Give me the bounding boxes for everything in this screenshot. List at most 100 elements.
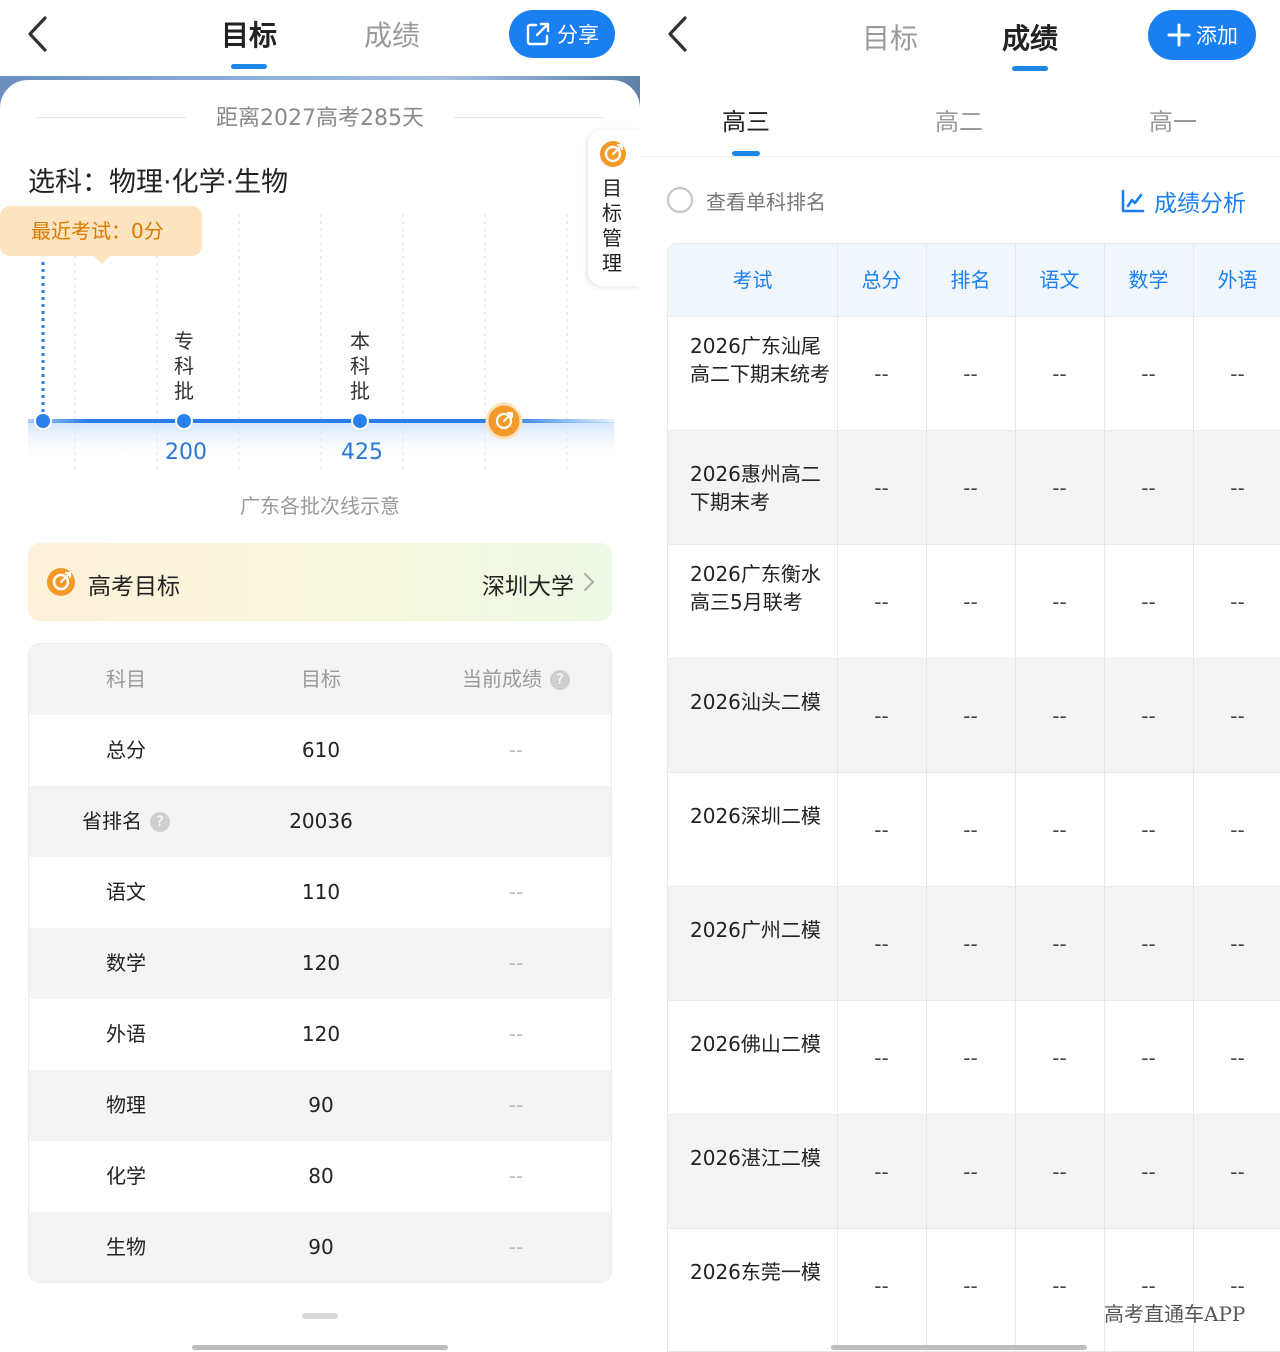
math-cell: -- [1141,818,1156,842]
exam-name: 2026深圳二模 [690,804,821,828]
chart-line-icon [1121,189,1145,213]
rank-cell: -- [963,590,978,614]
rank-cell: -- [963,1274,978,1298]
table-row[interactable]: 2026惠州高二下期末考 -- -- -- -- -- [668,430,1280,544]
column-divider [926,244,927,1351]
app-watermark: 高考直通车APP [1104,1302,1246,1326]
english-cell: -- [1230,704,1245,728]
add-score-button[interactable]: 添加 [1148,10,1256,60]
back-button[interactable] [18,12,58,56]
tab-grade-10[interactable]: 高一 [1149,102,1197,137]
scores-screen: 目标 成绩 添加 高三 高二 高一 查看单科排名 成绩分析 考试 总分 排名 语… [640,0,1280,1352]
row-current: -- [508,1235,524,1259]
back-button[interactable] [658,12,698,56]
row-current: -- [508,880,524,904]
table-row: 数学 120 -- [29,928,611,999]
row-subject: 总分 [106,738,146,762]
question-icon[interactable]: ? [550,670,570,690]
row-current: -- [508,1093,524,1117]
table-row: 外语 120 -- [29,999,611,1070]
tab-grade-12[interactable]: 高三 [722,102,770,137]
exam-name: 2026东莞一模 [690,1260,821,1284]
table-row[interactable]: 2026广东汕尾高二下期末统考 -- -- -- -- -- [668,316,1280,430]
table-row: 物理 90 -- [29,1070,611,1141]
header-total: 总分 [861,268,902,292]
rank-cell: -- [963,704,978,728]
target-score-table: 科目 目标 当前成绩? 总分 610 -- 省排名? 20036 语文 110 … [28,643,612,1283]
exam-name: 2026湛江二模 [690,1146,821,1170]
total-cell: -- [874,1274,889,1298]
selected-subjects: 选科：物理·化学·生物 [28,167,289,198]
math-cell: -- [1141,362,1156,386]
tab-grade-11[interactable]: 高二 [935,102,983,137]
chinese-cell: -- [1052,932,1067,956]
rank-cell: -- [963,362,978,386]
row-current: -- [508,951,524,975]
math-cell: -- [1141,932,1156,956]
score-axis [28,419,614,423]
sheet-drag-handle[interactable] [302,1313,338,1319]
header-math: 数学 [1128,268,1169,292]
chart-caption: 广东各批次线示意 [240,494,400,518]
single-rank-radio[interactable] [667,187,693,213]
exam-name: 2026佛山二模 [690,1032,821,1056]
exam-goal-card[interactable]: 高考目标 深圳大学 [28,543,612,621]
total-cell: -- [874,590,889,614]
english-cell: -- [1230,590,1245,614]
chevron-right-icon [583,572,595,592]
exam-countdown: 距离2027高考285天 [216,106,424,131]
rank-cell: -- [963,932,978,956]
divider-line [640,156,1280,157]
math-cell: -- [1141,590,1156,614]
table-header-row: 科目 目标 当前成绩? [29,644,611,715]
junior-batch-label: 专科批 [174,329,194,403]
exam-name: 2026广东衡水高三5月联考 [690,562,821,614]
table-row[interactable]: 2026湛江二模 -- -- -- -- -- [668,1114,1280,1228]
math-cell: -- [1141,1160,1156,1184]
goal-screen: 目标 成绩 分享 距离2027高考285天 选科：物理·化学·生物 目标管理 最… [0,0,640,1352]
column-divider [1015,244,1016,1351]
tab-scores[interactable]: 成绩 [1002,17,1058,57]
score-analysis-link[interactable]: 成绩分析 [1120,184,1246,218]
recent-exam-bubble: 最近考试：0分 [0,206,202,264]
row-subject: 物理 [106,1093,146,1117]
total-cell: -- [874,818,889,842]
tab-goal[interactable]: 目标 [221,14,277,54]
table-row[interactable]: 2026汕头二模 -- -- -- -- -- [668,658,1280,772]
row-target: 90 [308,1093,334,1117]
total-cell: -- [874,362,889,386]
rank-cell: -- [963,476,978,500]
share-button[interactable]: 分享 [509,10,615,58]
exam-name: 2026惠州高二下期末考 [690,462,821,514]
target-icon [47,568,75,596]
chinese-cell: -- [1052,704,1067,728]
table-row[interactable]: 2026佛山二模 -- -- -- -- -- [668,1000,1280,1114]
home-indicator [192,1345,448,1350]
row-subject: 语文 [106,880,146,904]
table-row[interactable]: 2026深圳二模 -- -- -- -- -- [668,772,1280,886]
undergrad-batch-label: 本科批 [350,329,370,403]
table-row[interactable]: 2026广东衡水高三5月联考 -- -- -- -- -- [668,544,1280,658]
tab-goal[interactable]: 目标 [862,17,918,57]
header-english: 外语 [1217,268,1258,292]
chinese-cell: -- [1052,476,1067,500]
tab-active-indicator [1012,66,1048,71]
score-analysis-label: 成绩分析 [1154,191,1246,217]
row-target: 120 [301,1022,341,1046]
target-icon [600,141,626,167]
undergrad-batch-score: 425 [341,440,383,465]
english-cell: -- [1230,1160,1245,1184]
total-cell: -- [874,1046,889,1070]
chinese-cell: -- [1052,818,1067,842]
column-divider [837,244,838,1351]
column-divider [1104,244,1105,1351]
total-cell: -- [874,1160,889,1184]
table-row[interactable]: 2026广州二模 -- -- -- -- -- [668,886,1280,1000]
question-icon[interactable]: ? [150,812,170,832]
chinese-cell: -- [1052,362,1067,386]
row-target: 110 [301,880,341,904]
tab-scores[interactable]: 成绩 [364,14,420,54]
english-cell: -- [1230,362,1245,386]
table-header-row: 考试 总分 排名 语文 数学 外语 [668,244,1280,316]
share-icon [526,22,550,46]
